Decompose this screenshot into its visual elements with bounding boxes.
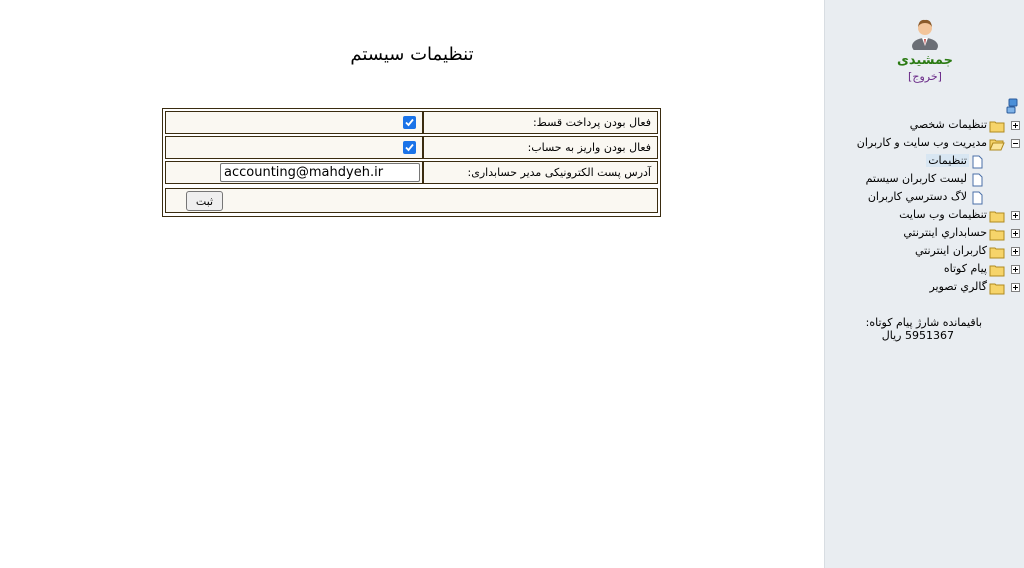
folder-icon [989,121,1005,133]
folder-open-icon [989,139,1005,151]
sms-balance-value: 5951367 ریال [881,329,954,342]
folder-icon [989,247,1005,259]
logout-link[interactable]: [خروج] [825,70,1024,83]
tree-item-website-users[interactable]: مديريت وب سايت و کاربران [825,135,1024,152]
tree-item-sms[interactable]: پيام کوتاه [825,261,1024,278]
expand-icon[interactable] [1011,265,1020,274]
collapse-icon[interactable] [1011,139,1020,148]
installment-label: فعال بودن پرداخت قسط: [532,116,651,129]
expand-icon[interactable] [1011,121,1020,130]
page-icon [972,155,983,169]
settings-form: فعال بودن پرداخت قسط: فعال بودن واریز به… [162,108,661,217]
user-name[interactable]: جمشیدی [825,53,1024,68]
tree-item-online-accounting[interactable]: حسابداري اينترنتي [825,225,1024,242]
sidebar: جمشیدی [خروج] تنظيمات شخصي مديريت وب ساي… [824,0,1024,568]
check-icon [405,143,414,152]
check-icon [405,118,414,127]
form-row-deposit: فعال بودن واریز به حساب: [165,136,658,159]
installment-checkbox[interactable] [403,116,416,129]
folder-icon [989,283,1005,295]
value-cell [165,111,423,134]
expand-icon[interactable] [1011,211,1020,220]
tree-item-access-log[interactable]: لاگ دسترسي کاربران [825,189,1024,206]
submit-button[interactable]: ثبت [186,191,223,211]
form-row-submit: ثبت [165,188,658,213]
deposit-checkbox[interactable] [403,141,416,154]
form-row-installment: فعال بودن پرداخت قسط: [165,111,658,134]
submit-cell: ثبت [165,188,658,213]
folder-icon [989,211,1005,223]
tree-item-personal-settings[interactable]: تنظيمات شخصي [825,117,1024,134]
sms-balance-label: باقیمانده شارژ پیام کوتاه: [865,316,982,329]
value-cell [165,136,423,159]
tree-item-online-users[interactable]: کاربران اينترنتي [825,243,1024,260]
user-avatar-icon [912,19,938,50]
expand-icon[interactable] [1011,229,1020,238]
label-cell: فعال بودن پرداخت قسط: [423,111,658,134]
expand-icon[interactable] [1011,283,1020,292]
tree-item-gallery[interactable]: گالري تصوير [825,279,1024,296]
tree-item-website-settings[interactable]: تنظيمات وب سايت [825,207,1024,224]
form-row-email: آدرس پست الکترونیکی مدیر حسابداری: [165,161,658,184]
network-root-icon [1006,98,1018,114]
page-icon [972,173,983,187]
tree-item-users-list[interactable]: ليست کاربران سيستم [825,171,1024,188]
page-title: تنظیمات سیستم [350,44,474,65]
value-cell [165,161,423,184]
label-cell: فعال بودن واریز به حساب: [423,136,658,159]
tree-item-settings[interactable]: تنظیمات [825,153,1024,170]
email-label: آدرس پست الکترونیکی مدیر حسابداری: [467,166,651,179]
folder-icon [989,229,1005,241]
label-cell: آدرس پست الکترونیکی مدیر حسابداری: [423,161,658,184]
page-icon [972,191,983,205]
folder-icon [989,265,1005,277]
deposit-label: فعال بودن واریز به حساب: [527,141,651,154]
main-content: تنظیمات سیستم فعال بودن پرداخت قسط: فعال… [0,0,824,568]
expand-icon[interactable] [1011,247,1020,256]
accounting-email-field[interactable] [220,163,420,182]
